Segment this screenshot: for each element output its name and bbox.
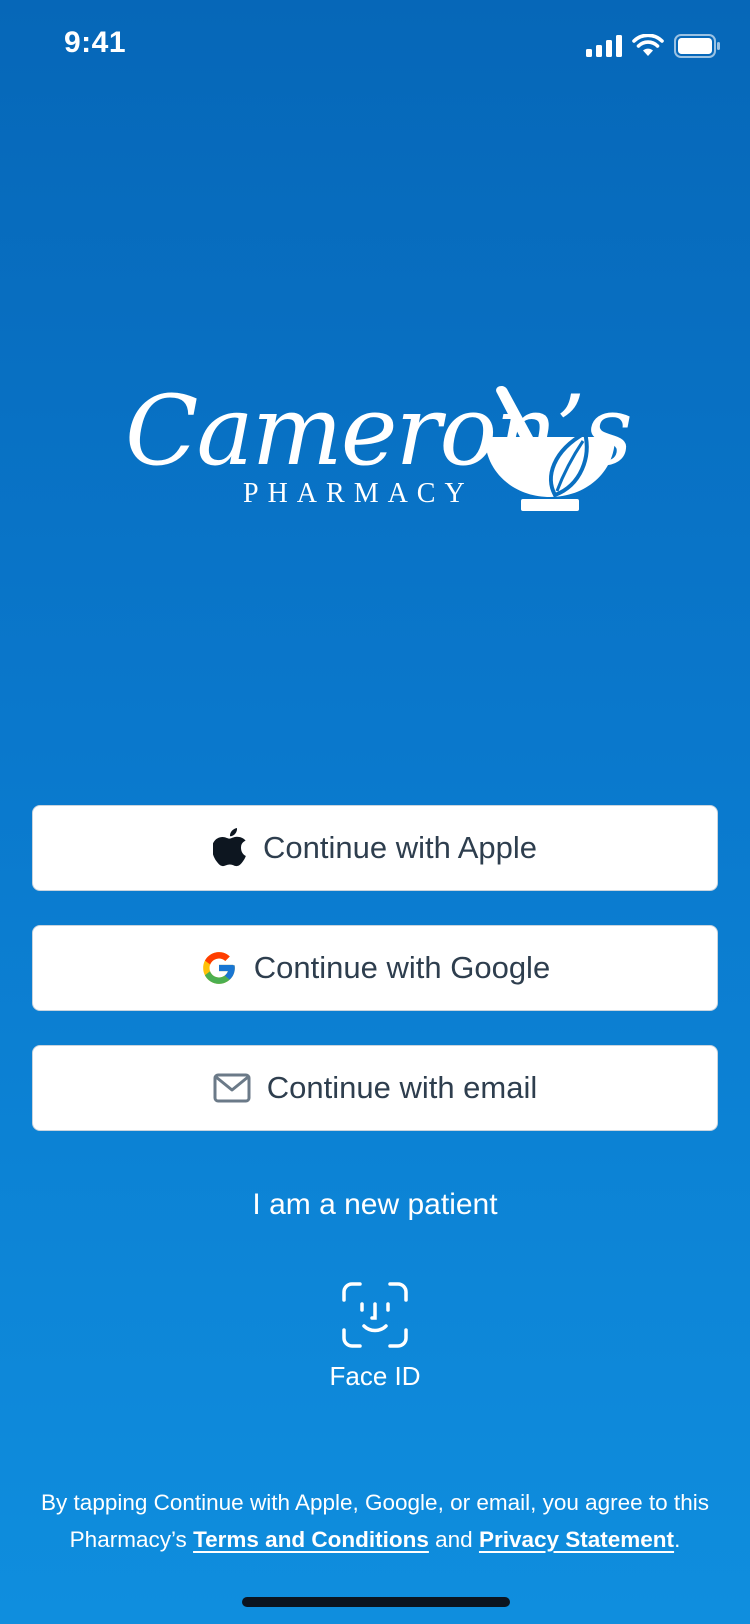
cellular-signal-icon: [586, 35, 622, 62]
legal-disclaimer: By tapping Continue with Apple, Google, …: [30, 1484, 720, 1558]
continue-with-email-button[interactable]: Continue with email: [32, 1045, 718, 1131]
privacy-statement-link[interactable]: Privacy Statement: [479, 1527, 674, 1552]
legal-suffix: .: [674, 1527, 681, 1552]
continue-with-email-label: Continue with email: [266, 1070, 538, 1105]
home-indicator: [242, 1597, 510, 1607]
continue-with-google-label: Continue with Google: [253, 950, 551, 985]
continue-with-apple-button[interactable]: Continue with Apple: [32, 805, 718, 891]
battery-icon: [674, 34, 720, 63]
face-id-button[interactable]: Face ID: [315, 1282, 435, 1392]
mortar-pestle-leaf-icon: [485, 386, 615, 511]
login-screen: 9:41 Cameron’s PHARMACY Continue with Ap…: [0, 0, 750, 1624]
wifi-icon: [632, 33, 664, 63]
status-bar: 9:41: [0, 0, 750, 90]
status-icons: [586, 33, 720, 63]
face-id-label: Face ID: [329, 1361, 421, 1391]
face-id-icon: [342, 1282, 408, 1348]
continue-with-apple-label: Continue with Apple: [262, 830, 538, 865]
google-g-icon: [200, 949, 238, 987]
apple-icon: [212, 828, 247, 868]
terms-and-conditions-link[interactable]: Terms and Conditions: [193, 1527, 429, 1552]
legal-middle: and: [428, 1527, 479, 1552]
continue-with-google-button[interactable]: Continue with Google: [32, 925, 718, 1011]
pharmacy-logo: Cameron’s PHARMACY: [125, 375, 633, 525]
new-patient-link[interactable]: I am a new patient: [0, 1188, 750, 1222]
status-time: 9:41: [64, 26, 127, 59]
logo-sub-text: PHARMACY: [243, 478, 474, 509]
mail-icon: [213, 1073, 251, 1103]
